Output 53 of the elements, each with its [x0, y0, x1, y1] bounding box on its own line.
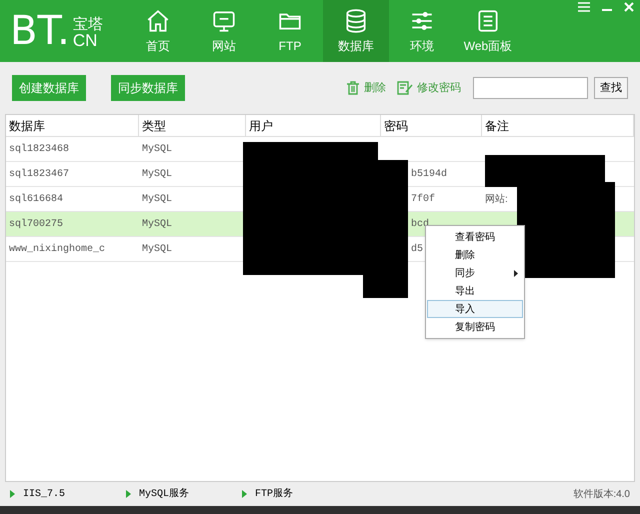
edit-icon [396, 80, 414, 96]
menu-item[interactable]: 导出 [427, 282, 523, 300]
menu-icon[interactable] [578, 2, 590, 12]
home-icon [145, 8, 171, 34]
running-indicator-icon [126, 490, 131, 498]
service-status: FTP服务 [255, 487, 294, 502]
nav-tab[interactable]: Web面板 [455, 0, 521, 62]
nav-tab[interactable]: FTP [257, 0, 323, 62]
close-icon[interactable] [624, 2, 634, 12]
running-indicator-icon [10, 490, 15, 498]
column-header: 备注 [482, 115, 634, 136]
search-field[interactable] [473, 77, 588, 99]
column-header: 类型 [139, 115, 246, 136]
search-button[interactable]: 查找 [594, 77, 628, 99]
nav-tab[interactable]: 网站 [191, 0, 257, 62]
table-cell-text: www_nixinghome_c [9, 242, 106, 256]
logo-text: 宝塔 [72, 17, 103, 32]
table-cell-text: sql616684 [9, 192, 64, 206]
nav-tab[interactable]: 环境 [389, 0, 455, 62]
table-cell-text: sql700275 [9, 218, 64, 232]
table-cell-text: MySQL [142, 242, 172, 256]
table-cell-text: MySQL [142, 192, 172, 206]
menu-item[interactable]: 查看密码 [427, 228, 523, 246]
service-status: IIS_7.5 [23, 488, 66, 502]
logo-mark: BT. [10, 11, 70, 51]
toolbar-button[interactable]: 同步数据库 [111, 75, 185, 101]
toolbar-button[interactable]: 创建数据库 [12, 75, 86, 101]
table-cell-text: MySQL [142, 168, 172, 182]
table-cell-text: sql1823468 [9, 142, 70, 156]
menu-item[interactable]: 删除 [427, 246, 523, 264]
toolbar-action[interactable]: 修改密码 [396, 80, 461, 96]
table-cell-text: sql1823467 [9, 168, 70, 182]
running-indicator-icon [242, 490, 247, 498]
version-label: 软件版本:4.0 [573, 488, 630, 502]
column-header: 数据库 [6, 115, 139, 136]
table-cell-text: 7f0f [411, 192, 436, 206]
nav-tab[interactable]: 数据库 [323, 0, 389, 62]
menu-item[interactable]: 复制密码 [427, 318, 523, 336]
menu-item[interactable]: 同步 [427, 264, 523, 282]
column-header: 密码 [381, 115, 482, 136]
table-cell-text: 网站: [485, 192, 508, 206]
menu-item[interactable]: 导入 [427, 300, 523, 318]
table-cell-text: MySQL [142, 218, 172, 232]
toolbar-action[interactable]: 删除 [345, 80, 386, 96]
table-cell-text: bcd [411, 218, 430, 232]
trash-icon [345, 80, 361, 96]
table-cell-text: MySQL [142, 142, 172, 156]
logo-suffix: CN [72, 32, 98, 49]
column-header: 用户 [246, 115, 381, 136]
nav-tab[interactable]: 首页 [125, 0, 191, 62]
table-cell-text: d5 [411, 242, 424, 256]
table-cell-text: b5194d [411, 168, 448, 182]
service-status: MySQL服务 [139, 487, 190, 502]
